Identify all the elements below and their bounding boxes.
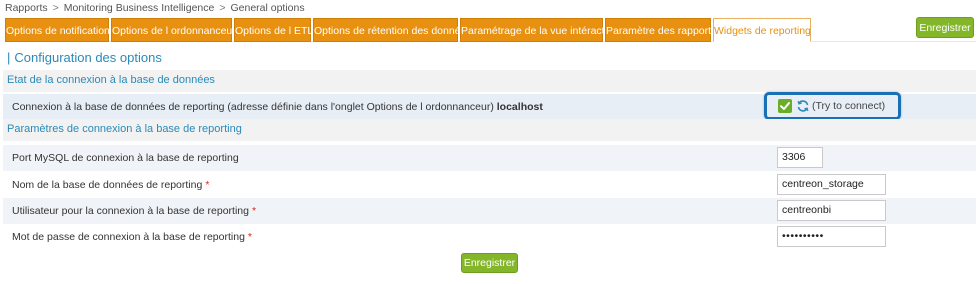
tab-scheduler-options[interactable]: Options de l ordonnanceur [111, 18, 236, 42]
db-connection-header: Etat de la connexion à la base de donnée… [3, 70, 976, 92]
db-name-input[interactable]: centreon_storage [777, 174, 886, 195]
refresh-icon[interactable] [796, 99, 810, 113]
required-marker: * [251, 205, 257, 217]
user-input[interactable]: centreonbi [777, 200, 886, 221]
try-connect-link[interactable]: (Try to connect) [812, 100, 885, 112]
connection-label-text: Connexion à la base de données de report… [12, 101, 494, 113]
page-title-text: Configuration des options [14, 50, 162, 65]
tab-reporting-widgets[interactable]: Widgets de reporting [713, 18, 811, 42]
db-name-label: Nom de la base de données de reporting * [12, 179, 209, 191]
breadcrumb-item-mbi[interactable]: Monitoring Business Intelligence [64, 2, 215, 14]
params-header: Paramètres de connexion à la base de rep… [3, 119, 976, 141]
breadcrumb: Rapports > Monitoring Business Intelligenc… [5, 2, 305, 15]
save-button-bottom[interactable]: Enregistrer [461, 253, 518, 273]
port-row: Port MySQL de connexion à la base de rep… [3, 145, 976, 171]
check-icon [778, 99, 792, 113]
tab-interactive-view-settings[interactable]: Paramétrage de la vue intéractive [460, 18, 618, 42]
db-name-label-text: Nom de la base de données de reporting [12, 179, 203, 191]
try-connect-control[interactable]: (Try to connect) [764, 92, 901, 120]
port-label: Port MySQL de connexion à la base de rep… [12, 152, 239, 164]
breadcrumb-item-rapports[interactable]: Rapports [5, 2, 48, 14]
password-input[interactable]: •••••••••• [777, 226, 886, 247]
user-row: Utilisateur pour la connexion à la base … [3, 198, 976, 224]
password-row: Mot de passe de connexion à la base de r… [3, 224, 976, 250]
breadcrumb-item-general-options: General options [230, 2, 305, 14]
required-marker: * [205, 179, 210, 191]
db-name-row: Nom de la base de données de reporting * … [3, 172, 976, 198]
user-label: Utilisateur pour la connexion à la base … [12, 205, 256, 217]
connection-host: localhost [496, 101, 543, 113]
tab-report-settings[interactable]: Paramètre des rapports [605, 18, 716, 42]
db-connection-header-text: Etat de la connexion à la base de donnée… [7, 74, 215, 86]
port-input[interactable]: 3306 [777, 147, 823, 168]
tab-bar: Options de notification Options de l ord… [5, 17, 976, 42]
page-title: | Configuration des options [7, 50, 162, 68]
breadcrumb-separator: > [219, 2, 226, 14]
password-label-text: Mot de passe de connexion à la base de r… [12, 231, 245, 243]
params-header-text: Paramètres de connexion à la base de rep… [7, 123, 242, 135]
tab-etl-options[interactable]: Options de l ETL [234, 18, 313, 42]
tab-notification-options[interactable]: Options de notification [5, 18, 110, 42]
password-label: Mot de passe de connexion à la base de r… [12, 231, 252, 243]
required-marker: * [247, 231, 253, 243]
title-bar-marker: | [7, 50, 11, 65]
tab-retention-options[interactable]: Options de rétention des données [313, 18, 472, 42]
save-button-top[interactable]: Enregistrer [916, 17, 974, 38]
user-label-text: Utilisateur pour la connexion à la base … [12, 205, 249, 217]
connection-label: Connexion à la base de données de report… [12, 101, 543, 113]
breadcrumb-separator: > [52, 2, 59, 14]
